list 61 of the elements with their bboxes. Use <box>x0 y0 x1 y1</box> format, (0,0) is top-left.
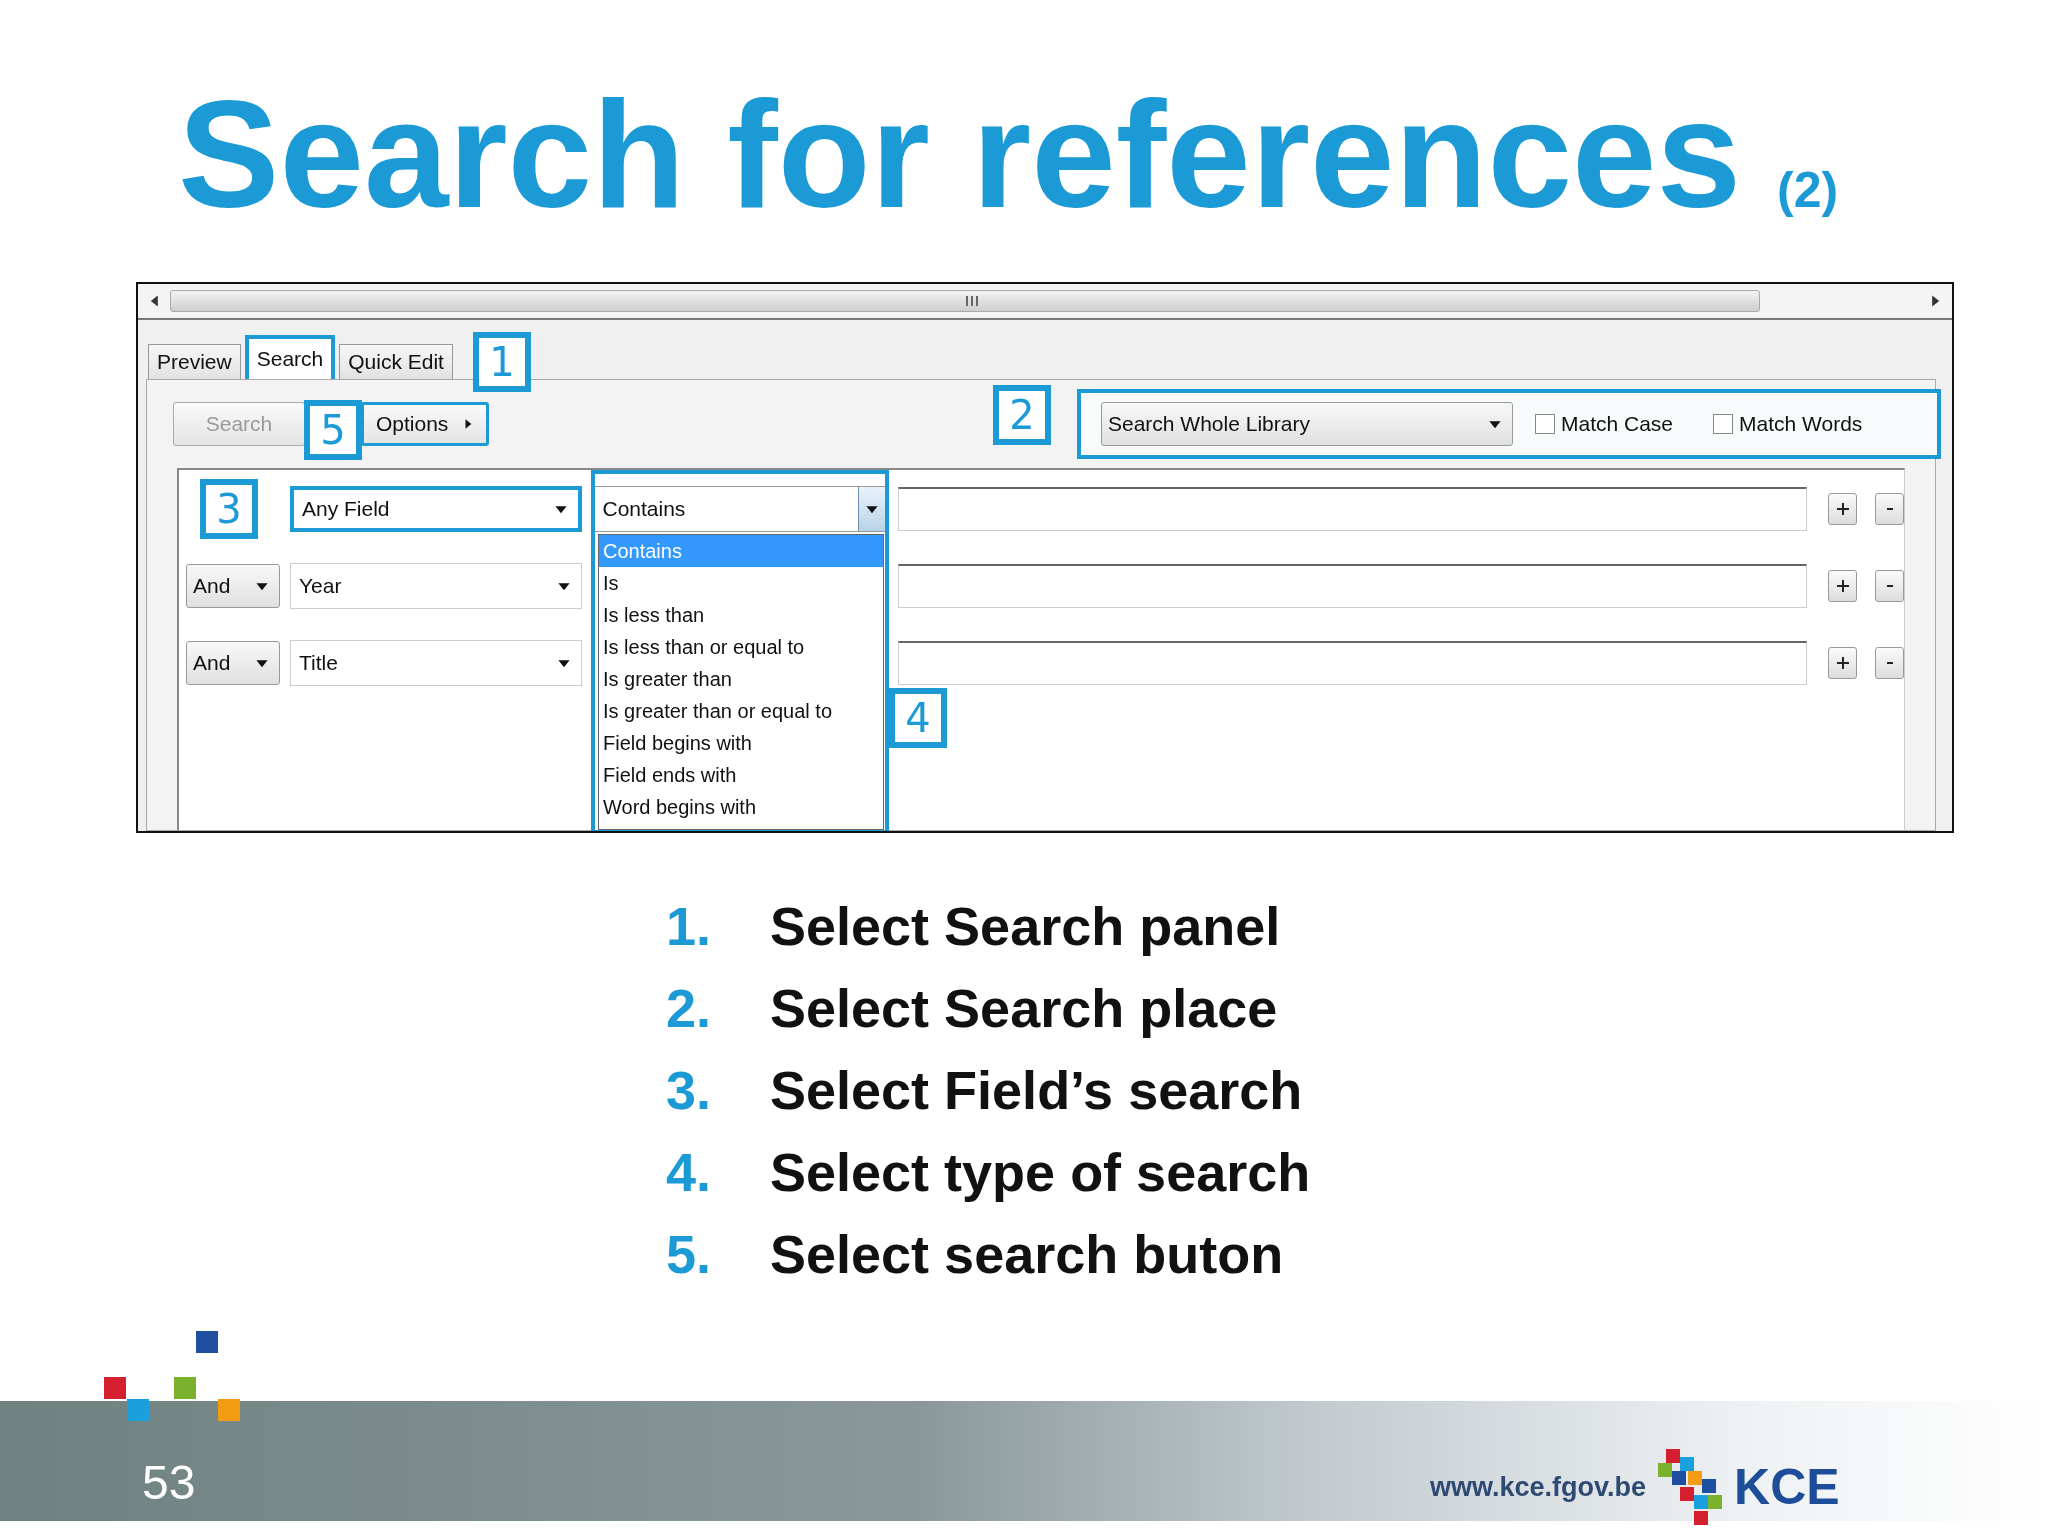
minus-icon <box>1886 662 1893 664</box>
page-number: 53 <box>142 1459 196 1507</box>
operator-dropdown[interactable]: Contains <box>593 486 886 532</box>
list-option[interactable]: Is less than <box>599 599 883 631</box>
checkbox[interactable] <box>1535 414 1555 434</box>
field-dropdown[interactable]: Year <box>290 563 583 609</box>
callout-number: 4 <box>889 688 947 748</box>
step-number: 2. <box>666 977 713 1039</box>
minus-icon <box>1886 585 1893 587</box>
list-option[interactable]: Is greater than <box>599 663 883 695</box>
checkbox-label: Match Case <box>1561 412 1674 436</box>
website-url: www.kce.fgov.be <box>1430 1471 1647 1503</box>
callout-number: 2 <box>993 385 1051 445</box>
step-text: Select Field’s search <box>770 1059 1303 1121</box>
title-suffix: (2) <box>1777 165 1839 215</box>
connector-dropdown[interactable]: And <box>186 641 280 685</box>
scope-dropdown[interactable]: Search Whole Library <box>1101 402 1513 446</box>
options-button[interactable]: Options <box>361 402 489 446</box>
connector-dropdown[interactable]: And <box>186 564 280 608</box>
search-term-field[interactable] <box>898 564 1808 608</box>
plus-icon <box>1835 656 1850 670</box>
step-number: 5. <box>666 1223 713 1285</box>
list-option[interactable]: Is <box>599 567 883 599</box>
list-option[interactable]: Is less than or equal to <box>599 631 883 663</box>
callout-number: 5 <box>304 400 362 460</box>
step-text: Select Search panel <box>770 895 1281 957</box>
minus-icon <box>1886 508 1893 510</box>
tab[interactable]: Preview <box>148 344 241 379</box>
step-text: Select type of search <box>770 1141 1311 1203</box>
remove-row-button[interactable] <box>1875 647 1904 679</box>
right-arrow-icon <box>462 417 474 431</box>
step-number: 3. <box>666 1059 713 1121</box>
checkbox-label: Match Words <box>1739 412 1863 436</box>
callout-number: 3 <box>200 479 258 539</box>
scrollbar-thumb[interactable] <box>170 290 1760 312</box>
field-dropdown[interactable]: Any Field <box>290 486 583 532</box>
step-text: Select search buton <box>770 1223 1284 1285</box>
grip-icon <box>965 295 979 307</box>
tab[interactable]: Search <box>244 335 336 379</box>
list-option[interactable]: Word begins with <box>599 791 883 823</box>
logo-text: KCE <box>1734 1462 1840 1512</box>
remove-row-button[interactable] <box>1875 493 1904 525</box>
plus-icon <box>1835 579 1850 593</box>
list-option[interactable]: Field begins with <box>599 727 883 759</box>
add-row-button[interactable] <box>1828 647 1858 679</box>
add-row-button[interactable] <box>1828 570 1858 602</box>
remove-row-button[interactable] <box>1875 570 1904 602</box>
callout-number: 1 <box>473 332 531 392</box>
list-option[interactable]: Is greater than or equal to <box>599 695 883 727</box>
search-term-field[interactable] <box>897 487 1808 531</box>
search-term-field[interactable] <box>898 641 1808 685</box>
step-text: Select Search place <box>770 977 1278 1039</box>
plus-icon <box>1835 502 1850 516</box>
step-number: 1. <box>666 895 713 957</box>
list-option[interactable]: Field ends with <box>599 759 883 791</box>
add-row-button[interactable] <box>1828 493 1858 525</box>
tab[interactable]: Quick Edit <box>339 344 453 379</box>
step-number: 4. <box>666 1141 713 1203</box>
checkbox[interactable] <box>1713 414 1734 434</box>
slide-title: Search for references <box>178 78 1742 230</box>
field-dropdown[interactable]: Title <box>290 640 583 686</box>
